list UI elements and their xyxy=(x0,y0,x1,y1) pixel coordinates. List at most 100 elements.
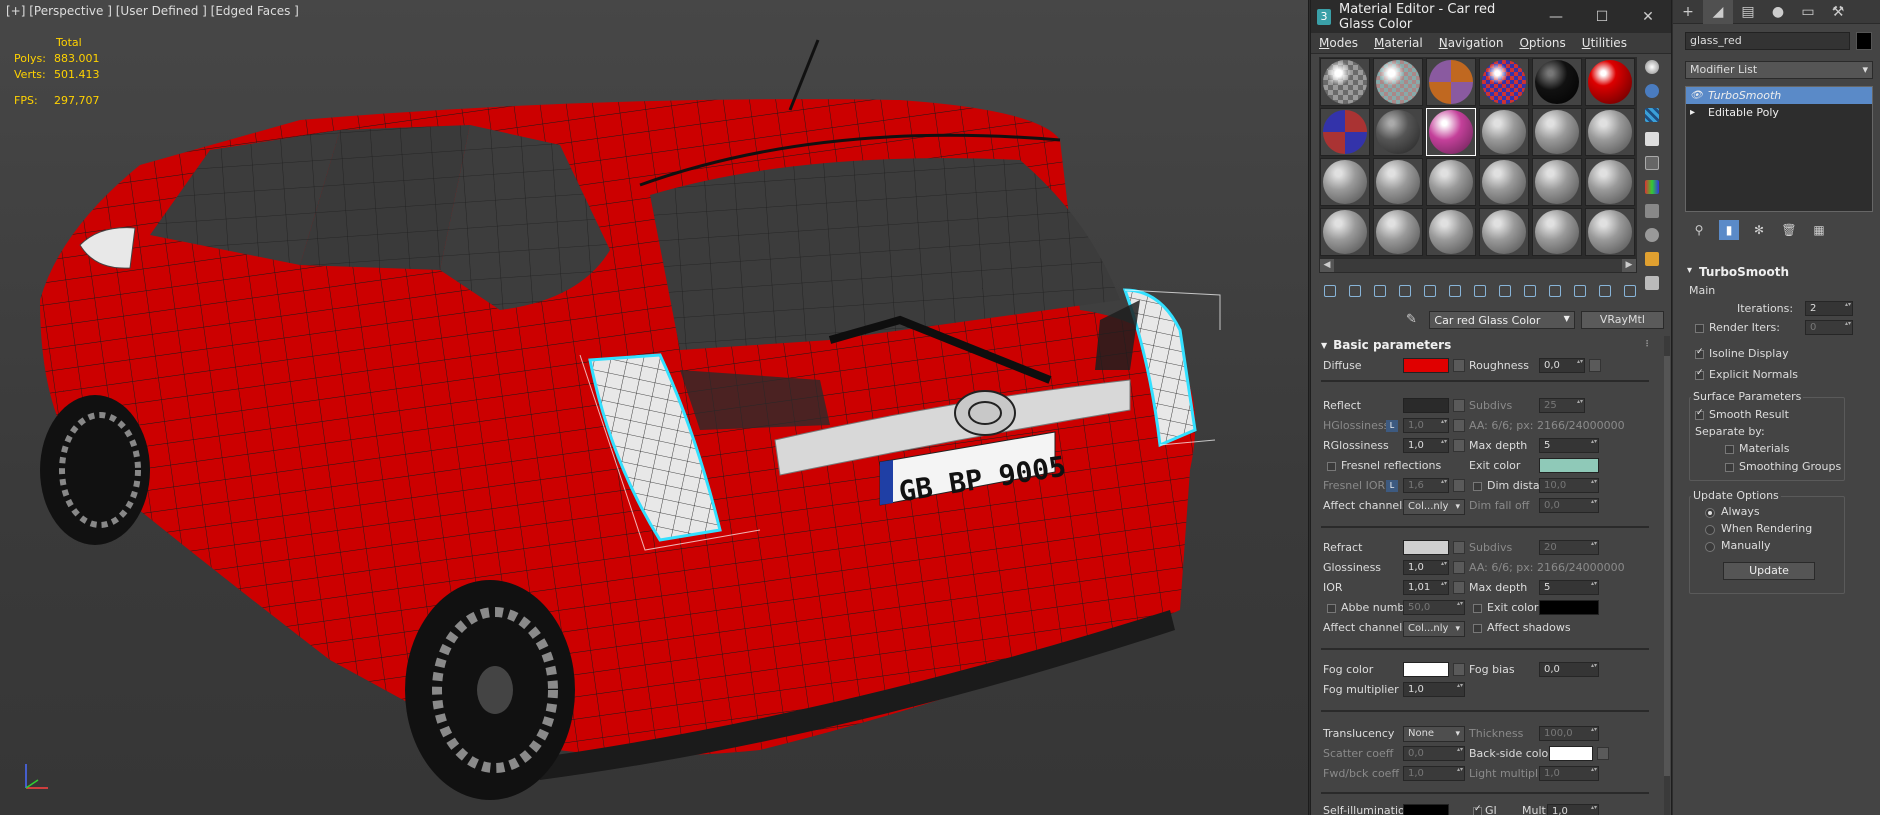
manually-radio[interactable] xyxy=(1705,542,1715,552)
object-color-swatch[interactable] xyxy=(1856,32,1872,50)
reflect-swatch[interactable] xyxy=(1403,398,1449,413)
fog-color-swatch[interactable] xyxy=(1403,662,1449,677)
create-tab-icon[interactable]: + xyxy=(1673,0,1703,24)
pick-material-icon[interactable] xyxy=(1619,282,1641,300)
perspective-viewport[interactable]: GB BP 9005 [+] [Perspective ] [User Defi… xyxy=(0,0,1309,815)
gi-checkbox[interactable] xyxy=(1473,804,1482,815)
light-multiplier-spinner[interactable]: 1,0 xyxy=(1539,766,1599,781)
modifier-list-dropdown[interactable]: Modifier List xyxy=(1685,61,1873,79)
material-id-channel-icon[interactable] xyxy=(1494,282,1516,300)
make-copy-icon[interactable] xyxy=(1419,282,1441,300)
back-side-color-swatch[interactable] xyxy=(1549,746,1593,761)
material-sample-slot[interactable] xyxy=(1532,208,1582,256)
glossiness-map-button[interactable] xyxy=(1453,561,1465,574)
material-sample-slot[interactable] xyxy=(1373,208,1423,256)
menu-navigation[interactable]: Navigation xyxy=(1439,36,1504,50)
scatter-coeff-spinner[interactable]: 0,0 xyxy=(1403,746,1465,761)
explicit-normals-checkbox[interactable] xyxy=(1695,368,1704,380)
roughness-map-button[interactable] xyxy=(1589,359,1601,372)
scroll-left-icon[interactable]: ◀ xyxy=(1320,259,1334,272)
scroll-right-icon[interactable]: ▶ xyxy=(1622,259,1636,272)
glossiness-spinner[interactable]: 1,0 xyxy=(1403,560,1449,575)
minimize-button[interactable]: — xyxy=(1533,9,1579,25)
assign-to-selection-icon[interactable] xyxy=(1369,282,1391,300)
go-forward-sibling-icon[interactable] xyxy=(1594,282,1616,300)
dim-distance-spinner[interactable]: 10,0 xyxy=(1539,478,1599,493)
material-sample-slot[interactable] xyxy=(1426,58,1476,106)
material-sample-slot[interactable] xyxy=(1585,158,1635,206)
refract-subdivs-spinner[interactable]: 20 xyxy=(1539,540,1599,555)
material-sample-slot[interactable] xyxy=(1585,108,1635,156)
fresnel-ior-map-button[interactable] xyxy=(1453,479,1465,492)
modify-tab-icon[interactable]: ◢ xyxy=(1703,0,1733,24)
refract-swatch[interactable] xyxy=(1403,540,1449,555)
material-sample-slot[interactable] xyxy=(1320,208,1370,256)
hglossiness-spinner[interactable]: 1,0 xyxy=(1403,418,1449,433)
reflect-exit-color-swatch[interactable] xyxy=(1539,458,1599,473)
put-to-scene-icon[interactable] xyxy=(1344,282,1366,300)
refract-exit-color-checkbox[interactable] xyxy=(1473,604,1482,613)
material-sample-slot[interactable] xyxy=(1479,58,1529,106)
material-sample-slot[interactable] xyxy=(1426,108,1476,156)
material-sample-slot[interactable] xyxy=(1479,208,1529,256)
show-end-result-icon[interactable]: ▮ xyxy=(1719,220,1739,240)
put-to-library-icon[interactable] xyxy=(1469,282,1491,300)
make-unique-icon[interactable]: ✻ xyxy=(1749,220,1769,240)
refract-exit-color-swatch[interactable] xyxy=(1539,600,1599,615)
render-iters-spinner[interactable]: 0 xyxy=(1805,320,1853,335)
render-iters-checkbox[interactable] xyxy=(1695,324,1704,333)
fresnel-ior-spinner[interactable]: 1,6 xyxy=(1403,478,1449,493)
parameters-scrollbar[interactable] xyxy=(1664,336,1670,815)
mult-spinner[interactable]: 1,0 xyxy=(1547,804,1599,815)
lock-fresnel-ior-button[interactable]: L xyxy=(1386,480,1398,492)
materials-checkbox[interactable] xyxy=(1725,445,1734,454)
iterations-spinner[interactable]: 2 xyxy=(1805,301,1853,316)
material-sample-slot[interactable] xyxy=(1585,208,1635,256)
stack-item-turbosmooth[interactable]: 👁 TurboSmooth xyxy=(1686,87,1872,104)
material-sample-slot[interactable] xyxy=(1320,108,1370,156)
fwd-bck-coeff-spinner[interactable]: 1,0 xyxy=(1403,766,1465,781)
material-sample-slot[interactable] xyxy=(1320,158,1370,206)
isoline-display-checkbox[interactable] xyxy=(1695,347,1704,359)
viewport-label[interactable]: [+] [Perspective ] [User Defined ] [Edge… xyxy=(6,4,299,18)
back-side-map-button[interactable] xyxy=(1597,747,1609,760)
material-sample-slot[interactable] xyxy=(1373,158,1423,206)
basic-parameters-header[interactable]: ▼ Basic parameters ⋮ xyxy=(1317,336,1653,354)
video-check-icon[interactable] xyxy=(1642,153,1662,173)
translucency-dropdown[interactable]: None xyxy=(1403,726,1465,742)
material-sample-slot[interactable] xyxy=(1532,58,1582,106)
reflect-maxdepth-spinner[interactable]: 5 xyxy=(1539,438,1599,453)
refract-map-button[interactable] xyxy=(1453,541,1465,554)
scrollbar-thumb[interactable] xyxy=(1664,356,1670,776)
show-end-result-icon[interactable] xyxy=(1544,282,1566,300)
menu-material[interactable]: Material xyxy=(1374,36,1423,50)
make-unique-icon[interactable] xyxy=(1444,282,1466,300)
material-sample-slot[interactable] xyxy=(1426,158,1476,206)
sample-type-icon[interactable] xyxy=(1642,57,1662,77)
roughness-spinner[interactable]: 0,0 xyxy=(1539,358,1585,373)
remove-modifier-icon[interactable]: 🗑 xyxy=(1779,220,1799,240)
dim-falloff-spinner[interactable]: 0,0 xyxy=(1539,498,1599,513)
make-preview-icon[interactable] xyxy=(1642,177,1662,197)
abbe-checkbox[interactable] xyxy=(1327,604,1336,613)
hglossiness-map-button[interactable] xyxy=(1453,419,1465,432)
thickness-spinner[interactable]: 100,0 xyxy=(1539,726,1599,741)
refract-affect-channels-dropdown[interactable]: Col...nly xyxy=(1403,621,1465,637)
diffuse-map-button[interactable] xyxy=(1453,359,1465,372)
select-by-material-icon[interactable] xyxy=(1642,225,1662,245)
rglossiness-map-button[interactable] xyxy=(1453,439,1465,452)
material-name-field[interactable]: Car red Glass Color ▼ xyxy=(1429,311,1575,329)
show-shaded-icon[interactable] xyxy=(1519,282,1541,300)
get-material-icon[interactable] xyxy=(1319,282,1341,300)
always-radio[interactable] xyxy=(1705,508,1715,518)
self-illumination-swatch[interactable] xyxy=(1403,804,1449,815)
uv-tiling-icon[interactable] xyxy=(1642,129,1662,149)
when-rendering-radio[interactable] xyxy=(1705,525,1715,535)
menu-modes[interactable]: Modes xyxy=(1319,36,1358,50)
close-button[interactable]: ✕ xyxy=(1625,9,1671,25)
menu-utilities[interactable]: Utilities xyxy=(1582,36,1627,50)
configure-modifier-sets-icon[interactable]: ▦ xyxy=(1809,220,1829,240)
material-navigator-icon[interactable] xyxy=(1642,249,1662,269)
backlight-icon[interactable] xyxy=(1642,81,1662,101)
go-to-parent-icon[interactable] xyxy=(1569,282,1591,300)
